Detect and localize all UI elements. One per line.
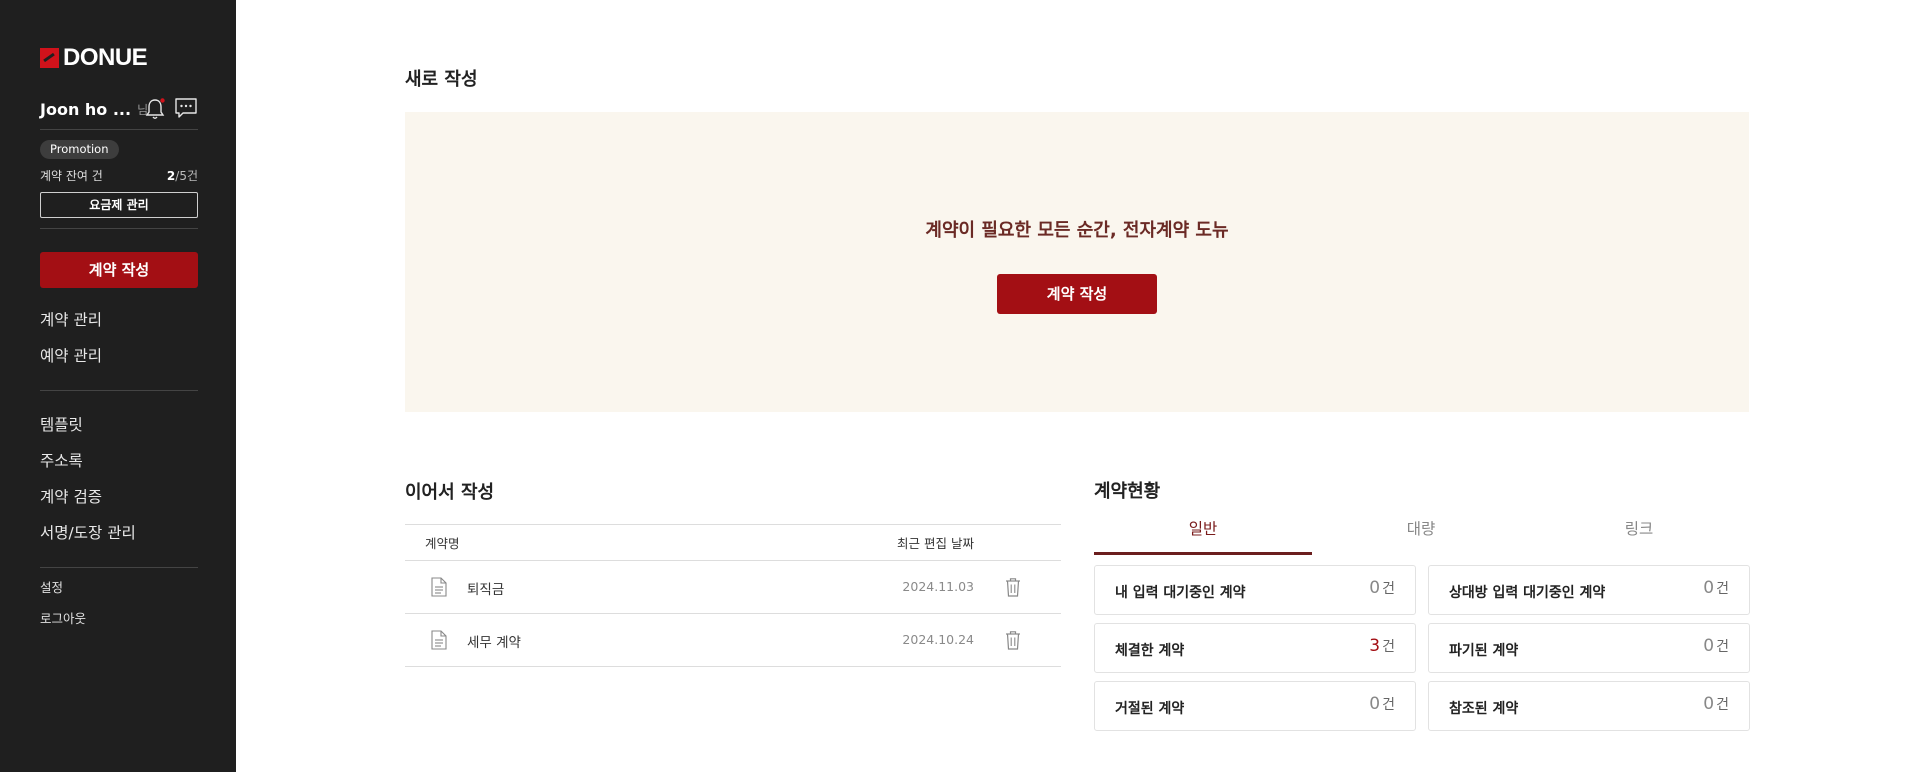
banner-create-contract-button[interactable]: 계약 작성 bbox=[997, 274, 1157, 314]
table-header: 계약명 최근 편집 날짜 bbox=[405, 524, 1061, 561]
nav-item-templates[interactable]: 템플릿 bbox=[40, 407, 136, 443]
active-tab-indicator bbox=[1094, 552, 1312, 555]
status-card-label: 참조된 계약 bbox=[1449, 701, 1519, 717]
divider bbox=[40, 390, 198, 391]
nav-item-contract-verification[interactable]: 계약 검증 bbox=[40, 479, 136, 515]
tab-link[interactable]: 링크 bbox=[1530, 514, 1748, 556]
status-card-count: 3건 bbox=[1369, 636, 1395, 656]
status-card-referenced[interactable]: 참조된 계약 0건 bbox=[1428, 681, 1750, 731]
status-card-count: 0건 bbox=[1369, 578, 1395, 598]
status-card-count: 0건 bbox=[1703, 578, 1729, 598]
document-icon bbox=[431, 630, 447, 650]
chat-icon[interactable] bbox=[174, 97, 198, 119]
nav-item-contract-management[interactable]: 계약 관리 bbox=[40, 302, 102, 338]
status-card-label: 파기된 계약 bbox=[1449, 643, 1519, 659]
divider bbox=[40, 567, 198, 568]
status-card-rejected[interactable]: 거절된 계약 0건 bbox=[1094, 681, 1416, 731]
nav-primary: 계약 관리 예약 관리 bbox=[40, 302, 102, 374]
trash-icon[interactable] bbox=[1005, 630, 1021, 650]
status-card-discarded[interactable]: 파기된 계약 0건 bbox=[1428, 623, 1750, 673]
logo-text: DONUE bbox=[63, 44, 148, 71]
logo-mark-icon bbox=[40, 48, 59, 68]
table-row[interactable]: 퇴직금 2024.11.03 bbox=[405, 561, 1061, 614]
status-tabs: 일반 대량 링크 bbox=[1094, 514, 1749, 556]
banner-headline: 계약이 필요한 모든 순간, 전자계약 도뉴 bbox=[925, 220, 1229, 241]
continue-section-title: 이어서 작성 bbox=[405, 482, 495, 503]
status-section-title: 계약현황 bbox=[1094, 481, 1161, 502]
nav-secondary: 템플릿 주소록 계약 검증 서명/도장 관리 bbox=[40, 407, 136, 551]
remaining-label: 계약 잔여 건 bbox=[40, 169, 103, 183]
sidebar: DONUE Joon ho ... 님 Promotion 계약 잔여 건 2/… bbox=[0, 0, 236, 772]
divider bbox=[40, 228, 198, 229]
status-card-label: 내 입력 대기중인 계약 bbox=[1115, 585, 1246, 601]
trash-icon[interactable] bbox=[1005, 577, 1021, 597]
bell-icon[interactable] bbox=[144, 97, 166, 121]
draft-name[interactable]: 퇴직금 bbox=[467, 578, 504, 598]
nav-footer: 설정 로그아웃 bbox=[40, 572, 86, 634]
nav-item-signature-stamp[interactable]: 서명/도장 관리 bbox=[40, 515, 136, 551]
nav-item-logout[interactable]: 로그아웃 bbox=[40, 603, 86, 634]
status-card-counterparty-pending[interactable]: 상대방 입력 대기중인 계약 0건 bbox=[1428, 565, 1750, 615]
nav-item-reservation-management[interactable]: 예약 관리 bbox=[40, 338, 102, 374]
remaining-value: 2/5건 bbox=[166, 169, 198, 183]
status-card-count: 0건 bbox=[1703, 694, 1729, 714]
new-section-title: 새로 작성 bbox=[405, 69, 478, 90]
status-card-label: 상대방 입력 대기중인 계약 bbox=[1449, 585, 1606, 601]
status-card-signed[interactable]: 체결한 계약 3건 bbox=[1094, 623, 1416, 673]
user-row: Joon ho ... 님 bbox=[40, 96, 198, 122]
tab-bulk[interactable]: 대량 bbox=[1312, 514, 1530, 556]
column-header-date: 최근 편집 날짜 bbox=[897, 536, 974, 551]
divider bbox=[40, 129, 198, 130]
document-icon bbox=[431, 577, 447, 597]
table-row[interactable]: 세무 계약 2024.10.24 bbox=[405, 614, 1061, 667]
remaining-contracts: 계약 잔여 건 2/5건 bbox=[40, 167, 198, 184]
create-contract-button[interactable]: 계약 작성 bbox=[40, 252, 198, 288]
status-card-count: 0건 bbox=[1369, 694, 1395, 714]
nav-item-settings[interactable]: 설정 bbox=[40, 572, 86, 603]
column-header-name: 계약명 bbox=[425, 536, 460, 551]
tab-general[interactable]: 일반 bbox=[1094, 514, 1312, 556]
user-name[interactable]: Joon ho ... bbox=[40, 100, 131, 119]
nav-item-address-book[interactable]: 주소록 bbox=[40, 443, 136, 479]
logo[interactable]: DONUE bbox=[40, 44, 148, 72]
draft-date: 2024.11.03 bbox=[902, 579, 974, 594]
manage-plan-button[interactable]: 요금제 관리 bbox=[40, 192, 198, 218]
new-contract-banner: 계약이 필요한 모든 순간, 전자계약 도뉴 계약 작성 bbox=[405, 112, 1749, 412]
status-card-label: 체결한 계약 bbox=[1115, 643, 1185, 659]
draft-date: 2024.10.24 bbox=[902, 632, 974, 647]
draft-table: 계약명 최근 편집 날짜 퇴직금 2024.11.03 세무 계약 2024.1… bbox=[405, 524, 1061, 667]
draft-name[interactable]: 세무 계약 bbox=[467, 631, 521, 651]
status-card-label: 거절된 계약 bbox=[1115, 701, 1185, 717]
status-card-my-pending[interactable]: 내 입력 대기중인 계약 0건 bbox=[1094, 565, 1416, 615]
plan-badge: Promotion bbox=[40, 140, 119, 159]
status-card-count: 0건 bbox=[1703, 636, 1729, 656]
